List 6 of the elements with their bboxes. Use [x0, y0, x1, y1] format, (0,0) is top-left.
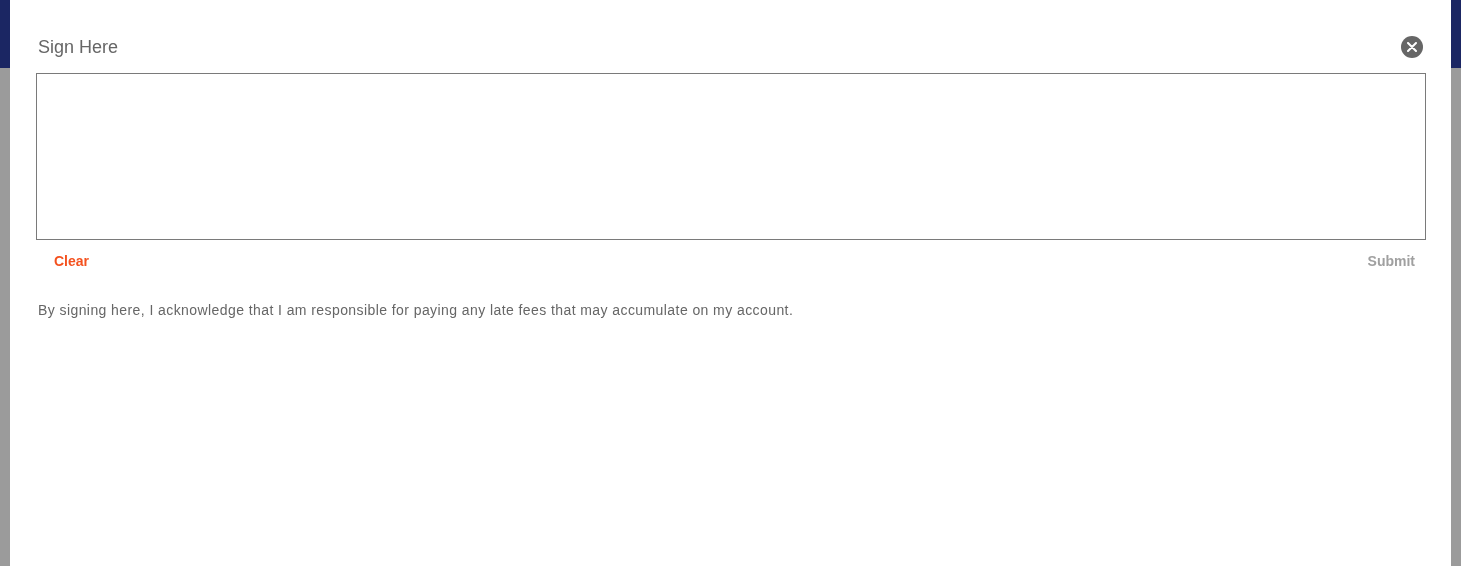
header-bar: [1451, 0, 1461, 68]
clear-button[interactable]: Clear: [36, 249, 108, 273]
header-bar: [0, 0, 10, 68]
acknowledgement-text: By signing here, I acknowledge that I am responsible for paying any late fees that may accumulate on my account.: [38, 301, 795, 320]
dialog-title: Sign Here: [38, 36, 119, 59]
close-icon[interactable]: [1401, 36, 1423, 58]
